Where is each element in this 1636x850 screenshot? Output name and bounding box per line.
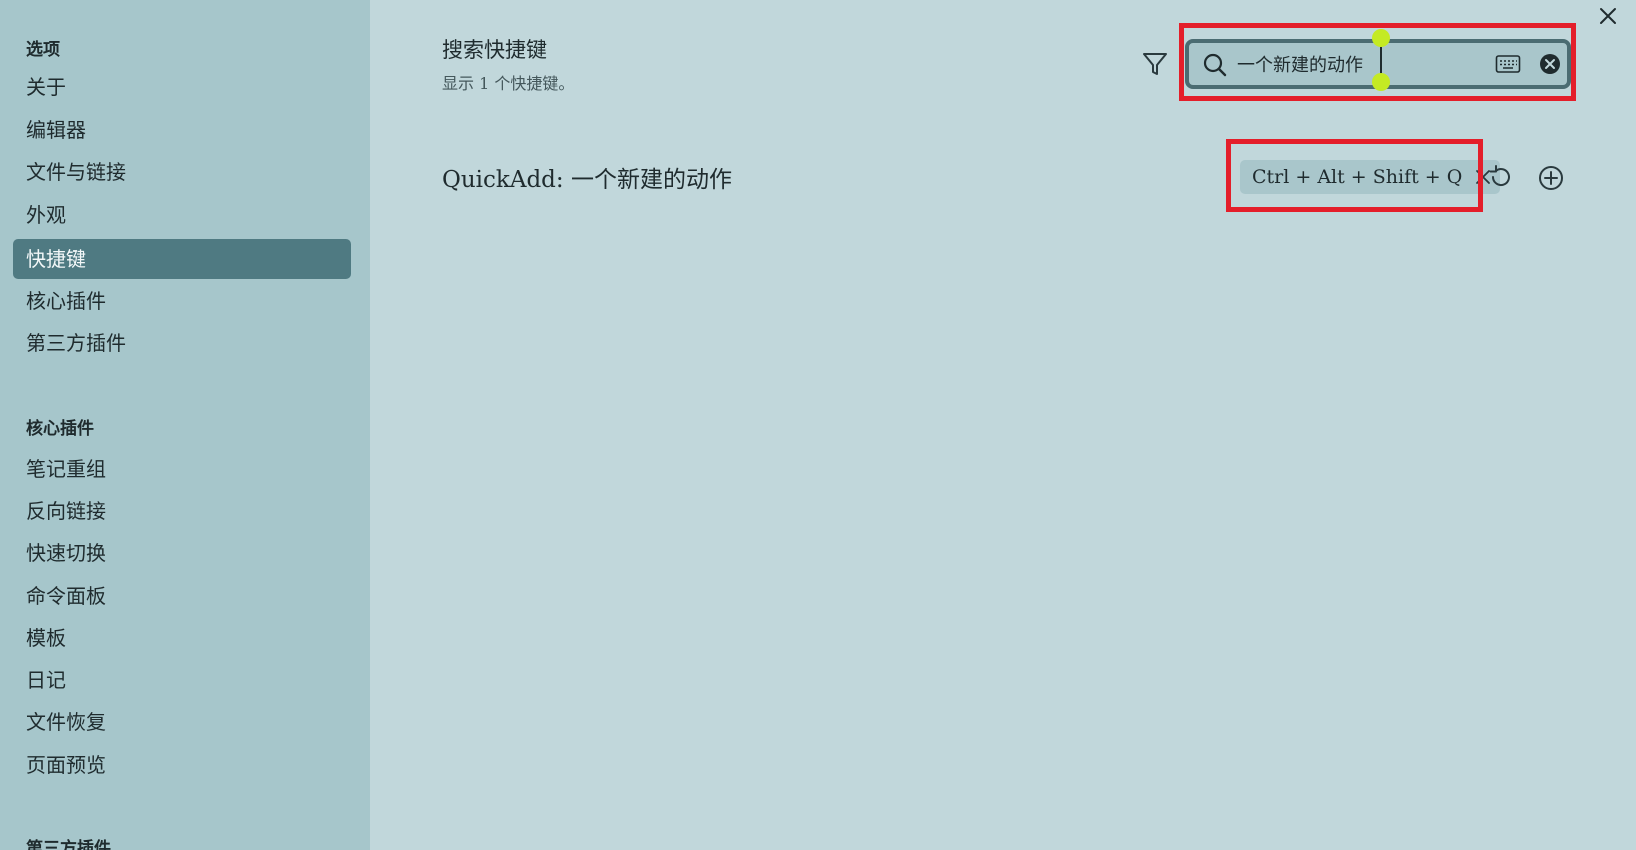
filter-icon[interactable] [1140, 49, 1170, 79]
search-icon [1203, 53, 1227, 77]
keyboard-icon[interactable] [1495, 53, 1521, 75]
sidebar-item-file-recovery[interactable]: 文件恢复 [13, 702, 351, 742]
sidebar-item-page-preview[interactable]: 页面预览 [13, 745, 351, 785]
sidebar-item-appearance[interactable]: 外观 [13, 195, 351, 235]
section-title-options: 选项 [26, 40, 60, 60]
sidebar-item-community-plugins[interactable]: 第三方插件 [13, 323, 351, 363]
sidebar-item-command-palette[interactable]: 命令面板 [13, 576, 351, 616]
hotkeys-panel: 搜索快捷键 显示 1 个快捷键。 QuickAdd: 一个新建的动作 Ctrl … [370, 0, 1636, 850]
page-title: 搜索快捷键 [442, 38, 547, 62]
clear-search-icon[interactable] [1539, 53, 1561, 75]
sidebar-item-templates[interactable]: 模板 [13, 618, 351, 658]
sidebar-item-backlinks[interactable]: 反向链接 [13, 491, 351, 531]
section-title-community-plugins: 第三方插件 [26, 839, 111, 850]
sidebar-item-hotkeys[interactable]: 快捷键 [13, 239, 351, 279]
search-field[interactable] [1185, 29, 1571, 91]
sidebar-item-files-links[interactable]: 文件与链接 [13, 152, 351, 192]
sidebar-item-quick-switcher[interactable]: 快速切换 [13, 533, 351, 573]
hotkey-command-name: QuickAdd: 一个新建的动作 [442, 167, 732, 193]
sidebar-item-note-composer[interactable]: 笔记重组 [13, 449, 351, 489]
sidebar-item-daily-notes[interactable]: 日记 [13, 660, 351, 700]
selection-handle-bottom[interactable] [1372, 73, 1390, 91]
hotkey-binding-text: Ctrl + Alt + Shift + Q [1252, 166, 1463, 188]
restore-default-icon[interactable] [1488, 164, 1514, 190]
close-icon[interactable] [1596, 4, 1620, 28]
hotkey-count: 显示 1 个快捷键。 [442, 74, 575, 93]
search-input[interactable] [1237, 49, 1479, 79]
section-title-core-plugins: 核心插件 [26, 419, 94, 439]
sidebar-item-editor[interactable]: 编辑器 [13, 110, 351, 150]
settings-sidebar: 选项 关于 编辑器 文件与链接 外观 快捷键 核心插件 第三方插件 核心插件 笔… [0, 0, 370, 850]
add-hotkey-icon[interactable] [1537, 164, 1565, 192]
sidebar-item-about[interactable]: 关于 [13, 67, 351, 107]
sidebar-item-core-plugins[interactable]: 核心插件 [13, 281, 351, 321]
hotkey-binding-chip[interactable]: Ctrl + Alt + Shift + Q [1240, 160, 1501, 194]
selection-handle-top[interactable] [1372, 29, 1390, 47]
